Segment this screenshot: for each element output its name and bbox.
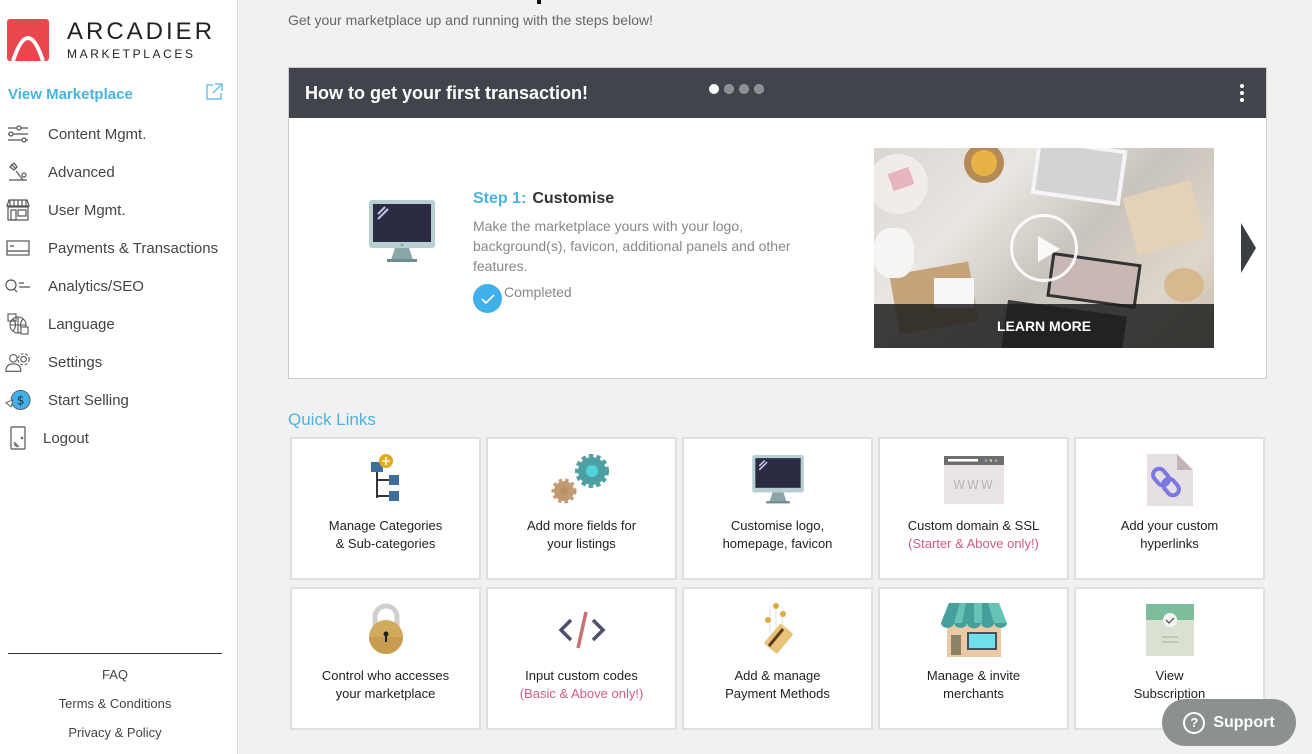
search-list-icon (5, 274, 31, 298)
sidebar: ARCADIER MARKETPLACES View Marketplace C… (0, 0, 238, 754)
page-title-clipped (537, 0, 541, 4)
terms-link[interactable]: Terms & Conditions (8, 695, 222, 712)
storefront-icon (5, 198, 31, 222)
quick-link-payment-methods[interactable]: Add & manage Payment Methods (682, 587, 873, 730)
plan-restriction-note: (Starter & Above only!) (908, 536, 1039, 551)
link-document-icon (1076, 451, 1263, 509)
carousel-dot-1[interactable] (709, 84, 719, 94)
sidebar-item-logout[interactable]: Logout (0, 419, 236, 457)
user-gear-icon (5, 350, 31, 374)
carousel-dot-3[interactable] (739, 84, 749, 94)
sidebar-item-payments[interactable]: Payments & Transactions (0, 229, 236, 267)
play-icon[interactable] (1010, 214, 1078, 282)
brand-name: ARCADIER (67, 17, 216, 45)
carousel-header: How to get your first transaction! (289, 68, 1266, 118)
support-button[interactable]: ? Support (1162, 699, 1296, 746)
sidebar-item-analytics-seo[interactable]: Analytics/SEO (0, 267, 236, 305)
step-description: Make the marketplace yours with your log… (473, 218, 791, 274)
step-number: Step 1: (473, 190, 527, 207)
svg-text:$: $ (17, 393, 25, 407)
external-link-icon[interactable] (204, 82, 224, 107)
more-options-icon[interactable] (1240, 84, 1246, 102)
sidebar-item-advanced[interactable]: Advanced (0, 153, 236, 191)
padlock-icon (292, 601, 479, 659)
sidebar-item-content-mgmt[interactable]: Content Mgmt. (0, 115, 236, 153)
privacy-link[interactable]: Privacy & Policy (8, 724, 222, 741)
carousel-next-icon[interactable] (1241, 223, 1256, 273)
quick-link-custom-hyperlinks[interactable]: Add your custom hyperlinks (1074, 437, 1265, 580)
brand-tagline: MARKETPLACES (67, 46, 196, 61)
svg-text:WWW: WWW (953, 478, 995, 492)
shop-awning-icon (880, 601, 1067, 659)
step-status: Completed (473, 276, 793, 313)
carousel-pagination (709, 84, 764, 94)
check-icon (473, 284, 502, 313)
help-icon: ? (1183, 711, 1206, 734)
www-browser-icon: WWW (880, 451, 1067, 509)
quick-link-access-control[interactable]: Control who accesses your marketplace (290, 587, 481, 730)
sidebar-item-start-selling[interactable]: $ Start Selling (0, 381, 236, 419)
gears-icon (488, 451, 675, 509)
quick-link-customise-logo[interactable]: Customise logo, homepage, favicon (682, 437, 873, 580)
carousel-dot-2[interactable] (724, 84, 734, 94)
sidebar-item-user-mgmt[interactable]: User Mgmt. (0, 191, 236, 229)
view-marketplace-link[interactable]: View Marketplace (8, 86, 133, 103)
carousel-dot-4[interactable] (754, 84, 764, 94)
tools-icon (5, 160, 31, 184)
monitor-icon (684, 451, 871, 509)
onboarding-carousel: How to get your first transaction! Step … (288, 67, 1267, 379)
quick-link-custom-domain[interactable]: WWW Custom domain & SSL (Starter & Above … (878, 437, 1069, 580)
credit-card-icon (5, 236, 31, 260)
arcadier-logo-icon (7, 19, 49, 61)
monitor-icon (369, 200, 435, 269)
plan-restriction-note: (Basic & Above only!) (519, 686, 644, 701)
quick-link-merchants[interactable]: Manage & invite merchants (878, 587, 1069, 730)
category-tree-icon (292, 451, 479, 509)
sidebar-item-settings[interactable]: Settings (0, 343, 236, 381)
quick-link-add-fields[interactable]: Add more fields for your listings (486, 437, 677, 580)
subscription-doc-icon (1076, 601, 1263, 659)
sliders-icon (5, 122, 31, 146)
sidebar-nav: Content Mgmt. Advanced User Mgmt. Paymen… (0, 115, 236, 457)
quick-links-heading: Quick Links (288, 410, 376, 429)
dollar-circle-icon: $ (5, 388, 31, 412)
faq-link[interactable]: FAQ (8, 666, 222, 683)
sidebar-item-language[interactable]: Language (0, 305, 236, 343)
sidebar-footer: FAQ Terms & Conditions Privacy & Policy (8, 653, 222, 741)
brand-logo[interactable]: ARCADIER MARKETPLACES (7, 19, 215, 61)
tutorial-video[interactable]: LEARN MORE (874, 148, 1214, 348)
quick-links-grid: Manage Categories & Sub-categories Add mo… (290, 437, 1266, 730)
door-icon (5, 426, 31, 450)
carousel-title: How to get your first transaction! (305, 82, 589, 103)
payment-card-icon (684, 601, 871, 659)
view-marketplace-row: View Marketplace (8, 82, 224, 107)
step-title: Customise (532, 190, 615, 207)
page-subtitle: Get your marketplace up and running with… (288, 12, 653, 28)
step-info: Step 1: Customise Make the marketplace yo… (473, 190, 793, 313)
quick-link-manage-categories[interactable]: Manage Categories & Sub-categories (290, 437, 481, 580)
globe-language-icon (5, 312, 31, 336)
quick-link-custom-codes[interactable]: Input custom codes (Basic & Above only!) (486, 587, 677, 730)
learn-more-button[interactable]: LEARN MORE (874, 304, 1214, 348)
code-icon (488, 601, 675, 659)
